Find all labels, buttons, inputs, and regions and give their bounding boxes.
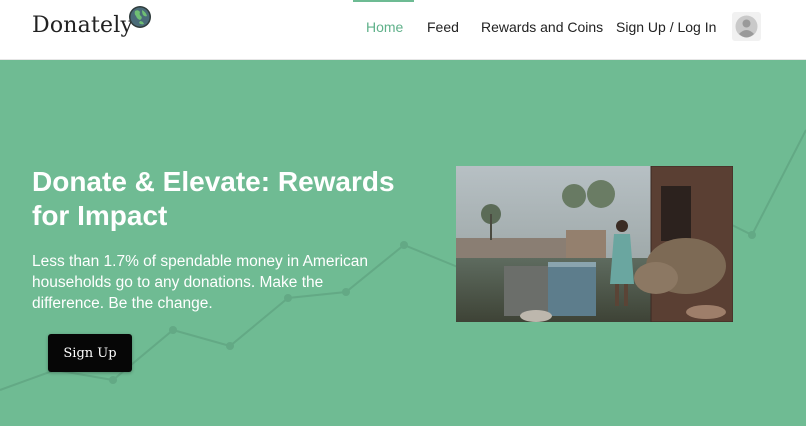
main-nav: Home Feed Rewards and Coins Sign Up / Lo… xyxy=(0,0,806,60)
user-avatar-icon xyxy=(735,15,758,38)
hero-title: Donate & Elevate: Rewards for Impact xyxy=(32,166,395,231)
hero-photo xyxy=(456,166,733,322)
account-avatar-button[interactable] xyxy=(732,12,761,41)
signup-button[interactable]: Sign Up xyxy=(48,334,132,372)
hero-section: Donate & Elevate: Rewards for Impact Les… xyxy=(0,60,806,426)
page-bottom-strip xyxy=(0,426,806,431)
hero-description: Less than 1.7% of spendable money in Ame… xyxy=(32,253,369,312)
nav-home[interactable]: Home xyxy=(366,19,403,35)
top-navbar: Donately Home Feed Rewards and Coins Sig… xyxy=(0,0,806,60)
nav-signup-login[interactable]: Sign Up / Log In xyxy=(616,19,716,35)
nav-rewards-and-coins[interactable]: Rewards and Coins xyxy=(481,19,603,35)
nav-feed[interactable]: Feed xyxy=(427,19,459,35)
active-nav-indicator xyxy=(353,0,414,2)
